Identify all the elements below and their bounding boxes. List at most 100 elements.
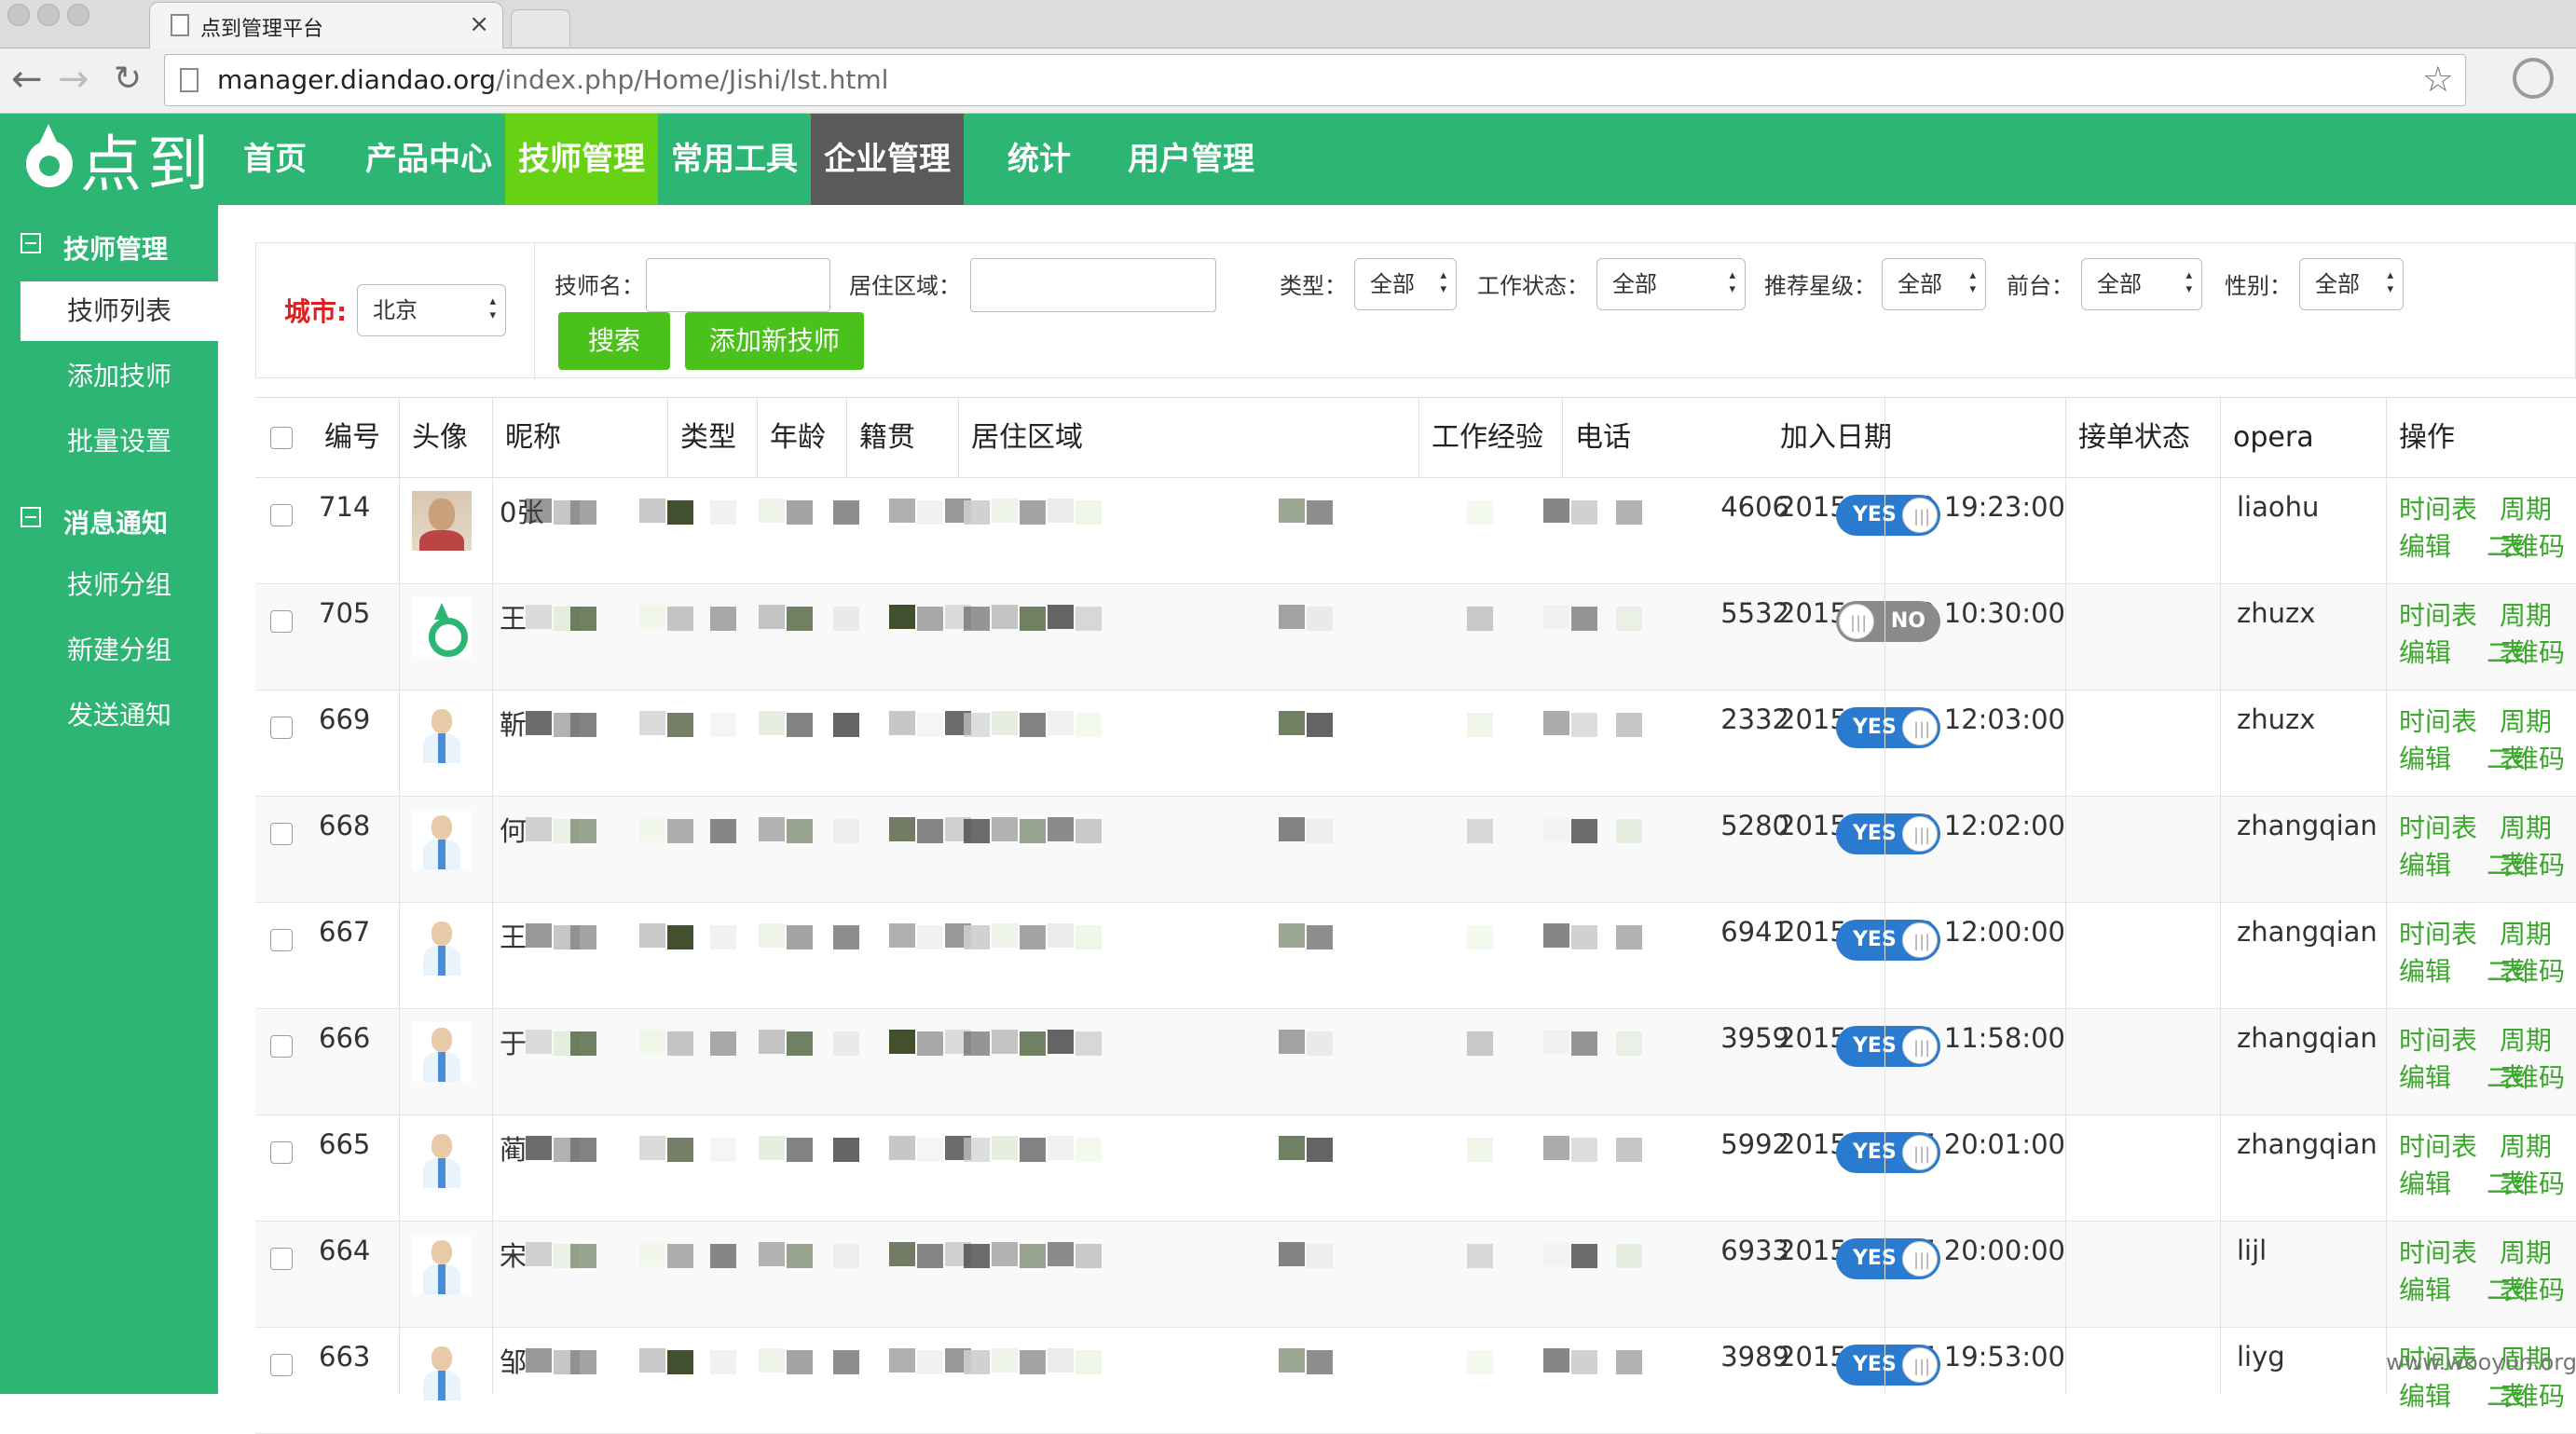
sidebar-item-add-technician[interactable]: 添加技师 bbox=[21, 347, 218, 406]
nav-statistics[interactable]: 统计 bbox=[979, 114, 1100, 205]
nav-enterprise[interactable]: 企业管理 bbox=[811, 114, 964, 205]
order-status-toggle[interactable]: YES bbox=[1836, 813, 1940, 856]
extension-icon[interactable] bbox=[2513, 58, 2554, 99]
order-status-toggle[interactable]: YES bbox=[1836, 1345, 1940, 1387]
sidebar-item-batch-settings[interactable]: 批量设置 bbox=[21, 412, 218, 471]
order-status-toggle[interactable]: YES bbox=[1836, 1132, 1940, 1175]
order-status-toggle[interactable]: YES bbox=[1836, 1238, 1940, 1281]
nav-tools[interactable]: 常用工具 bbox=[658, 114, 811, 205]
nav-products[interactable]: 产品中心 bbox=[354, 114, 503, 205]
row-checkbox[interactable] bbox=[270, 1141, 293, 1164]
browser-tab[interactable]: 点到管理平台 × bbox=[149, 2, 503, 48]
edit-link[interactable]: 编辑 bbox=[2399, 845, 2451, 882]
url-input[interactable]: manager.diandao.org/index.php/Home/Jishi… bbox=[164, 54, 2466, 106]
qrcode-link[interactable]: 二维码 bbox=[2487, 1270, 2565, 1307]
name-input[interactable] bbox=[646, 258, 830, 312]
new-tab-button[interactable] bbox=[511, 9, 570, 47]
edit-link[interactable]: 编辑 bbox=[2399, 739, 2451, 776]
city-select[interactable]: 北京 bbox=[357, 284, 506, 336]
back-icon[interactable]: ← bbox=[11, 58, 43, 101]
sidebar-item-new-group[interactable]: 新建分组 bbox=[21, 621, 218, 680]
redacted-block bbox=[833, 1138, 859, 1162]
schedule-link[interactable]: 时间表 bbox=[2399, 1020, 2477, 1058]
col-area[interactable]: 居住区域 bbox=[958, 398, 1083, 478]
row-checkbox[interactable] bbox=[270, 610, 293, 633]
tab-close-icon[interactable]: × bbox=[469, 10, 489, 38]
col-order-status[interactable]: 接单状态 bbox=[2065, 398, 2190, 478]
edit-link[interactable]: 编辑 bbox=[2399, 951, 2451, 989]
edit-link[interactable]: 编辑 bbox=[2399, 1270, 2451, 1307]
bookmark-star-icon[interactable]: ☆ bbox=[2422, 59, 2454, 100]
window-minimize-dot[interactable] bbox=[37, 4, 60, 26]
front-desk-select[interactable]: 全部 bbox=[2081, 258, 2202, 310]
qrcode-link[interactable]: 二维码 bbox=[2487, 845, 2565, 882]
area-input[interactable] bbox=[970, 258, 1216, 312]
sidebar-group-technicians[interactable]: 技师管理 bbox=[0, 211, 218, 276]
brand-logo[interactable]: 点到 bbox=[22, 114, 214, 205]
schedule-link[interactable]: 时间表 bbox=[2399, 1127, 2477, 1164]
select-all-checkbox[interactable] bbox=[270, 427, 293, 449]
order-status-toggle[interactable]: YES bbox=[1836, 707, 1940, 750]
schedule-link[interactable]: 时间表 bbox=[2399, 914, 2477, 951]
sidebar-item-technician-list[interactable]: 技师列表 bbox=[21, 281, 218, 341]
col-join-date[interactable]: 加入日期 bbox=[1767, 398, 1892, 478]
row-checkbox[interactable] bbox=[270, 929, 293, 951]
qrcode-link[interactable]: 二维码 bbox=[2487, 1058, 2565, 1095]
schedule-link[interactable]: 时间表 bbox=[2399, 595, 2477, 633]
qrcode-link[interactable]: 二维码 bbox=[2487, 1376, 2565, 1414]
sidebar-item-send-notice[interactable]: 发送通知 bbox=[21, 686, 218, 745]
qrcode-link[interactable]: 二维码 bbox=[2487, 739, 2565, 776]
col-nickname[interactable]: 昵称 bbox=[492, 398, 561, 478]
redacted-block bbox=[759, 1136, 785, 1160]
col-phone[interactable]: 电话 bbox=[1562, 398, 1631, 478]
schedule-link[interactable]: 时间表 bbox=[2399, 489, 2477, 526]
edit-link[interactable]: 编辑 bbox=[2399, 1058, 2451, 1095]
col-id[interactable]: 编号 bbox=[311, 398, 380, 478]
forward-icon[interactable]: → bbox=[58, 58, 89, 101]
schedule-link[interactable]: 时间表 bbox=[2399, 702, 2477, 739]
redacted-block bbox=[570, 819, 596, 843]
star-level-select[interactable]: 全部 bbox=[1882, 258, 1986, 310]
schedule-link[interactable]: 时间表 bbox=[2399, 808, 2477, 845]
col-experience[interactable]: 工作经验 bbox=[1418, 398, 1543, 478]
sidebar-group-notifications[interactable]: 消息通知 bbox=[0, 485, 218, 550]
qrcode-link[interactable]: 二维码 bbox=[2487, 633, 2565, 670]
nav-technicians[interactable]: 技师管理 bbox=[505, 114, 658, 205]
gender-select[interactable]: 全部 bbox=[2299, 258, 2404, 310]
order-status-toggle[interactable]: YES bbox=[1836, 1026, 1940, 1069]
order-status-toggle[interactable]: YES bbox=[1836, 920, 1940, 963]
col-age[interactable]: 年龄 bbox=[757, 398, 826, 478]
window-zoom-dot[interactable] bbox=[67, 4, 89, 26]
order-status-toggle[interactable]: NO bbox=[1836, 601, 1940, 644]
schedule-link[interactable]: 时间表 bbox=[2399, 1233, 2477, 1270]
qrcode-link[interactable]: 二维码 bbox=[2487, 951, 2565, 989]
col-hometown[interactable]: 籍贯 bbox=[846, 398, 915, 478]
row-checkbox[interactable] bbox=[270, 1354, 293, 1376]
add-technician-button[interactable]: 添加新技师 bbox=[685, 312, 864, 370]
nav-home[interactable]: 首页 bbox=[224, 114, 326, 205]
search-button[interactable]: 搜索 bbox=[558, 312, 670, 370]
col-type[interactable]: 类型 bbox=[667, 398, 736, 478]
order-status-toggle[interactable]: YES bbox=[1836, 495, 1940, 538]
row-checkbox[interactable] bbox=[270, 504, 293, 526]
row-checkbox[interactable] bbox=[270, 1035, 293, 1058]
row-checkbox[interactable] bbox=[270, 717, 293, 739]
redacted-block bbox=[1616, 500, 1642, 525]
edit-link[interactable]: 编辑 bbox=[2399, 526, 2451, 564]
edit-link[interactable]: 编辑 bbox=[2399, 633, 2451, 670]
redacted-block bbox=[1571, 1138, 1597, 1162]
work-status-select[interactable]: 全部 bbox=[1596, 258, 1746, 310]
type-select[interactable]: 全部 bbox=[1354, 258, 1457, 310]
qrcode-link[interactable]: 二维码 bbox=[2487, 526, 2565, 564]
reload-icon[interactable]: ↻ bbox=[114, 60, 142, 98]
col-opera[interactable]: opera bbox=[2220, 398, 2314, 478]
edit-link[interactable]: 编辑 bbox=[2399, 1164, 2451, 1201]
window-close-dot[interactable] bbox=[7, 4, 30, 26]
row-checkbox[interactable] bbox=[270, 823, 293, 845]
row-checkbox[interactable] bbox=[270, 1248, 293, 1270]
qrcode-link[interactable]: 二维码 bbox=[2487, 1164, 2565, 1201]
nav-users[interactable]: 用户管理 bbox=[1115, 114, 1267, 205]
sidebar-item-tech-groups[interactable]: 技师分组 bbox=[21, 555, 218, 615]
avatar bbox=[412, 1341, 472, 1400]
edit-link[interactable]: 编辑 bbox=[2399, 1376, 2451, 1414]
